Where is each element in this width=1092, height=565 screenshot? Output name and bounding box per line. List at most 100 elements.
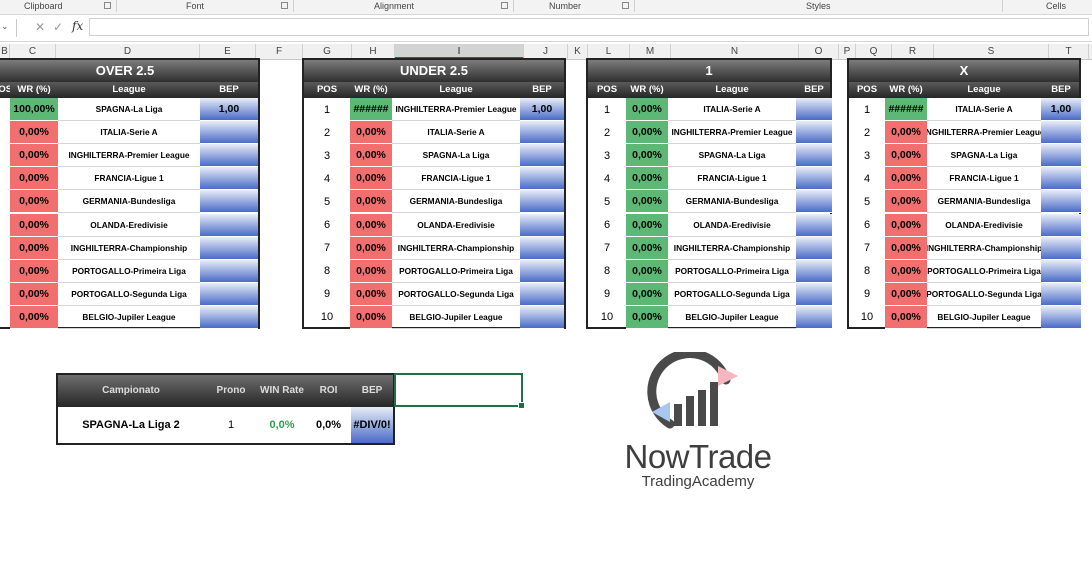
cell-league[interactable]: PORTOGALLO-Segunda Liga bbox=[58, 283, 200, 306]
cell-pos[interactable] bbox=[0, 214, 10, 237]
cell-win-rate[interactable]: 0,00% bbox=[350, 213, 392, 237]
fill-handle[interactable] bbox=[518, 402, 525, 409]
cell-pos[interactable]: 7 bbox=[304, 237, 350, 260]
launcher-icon[interactable] bbox=[622, 2, 629, 9]
formula-input[interactable] bbox=[89, 18, 1089, 36]
cell-league[interactable]: INGHILTERRA-Championship bbox=[668, 237, 796, 260]
enter-icon[interactable]: ✓ bbox=[53, 20, 63, 34]
cell-pos[interactable]: 2 bbox=[849, 121, 885, 144]
cell-bep[interactable] bbox=[200, 305, 258, 329]
cell-bep[interactable] bbox=[1041, 213, 1081, 237]
cell-win-rate[interactable]: 0,00% bbox=[626, 98, 668, 122]
column-header-g[interactable]: G bbox=[303, 44, 352, 59]
cell-league[interactable]: OLANDA-Eredivisie bbox=[392, 214, 520, 237]
cell-bep[interactable] bbox=[796, 98, 832, 122]
summary-value-win-rate[interactable]: 0,0% bbox=[258, 407, 306, 443]
cell-bep[interactable] bbox=[796, 236, 832, 260]
cell-league[interactable]: OLANDA-Eredivisie bbox=[927, 214, 1041, 237]
summary-value-roi[interactable]: 0,0% bbox=[306, 407, 351, 443]
cell-bep[interactable] bbox=[200, 167, 258, 191]
column-header-k[interactable]: K bbox=[568, 44, 588, 59]
cell-pos[interactable]: 4 bbox=[304, 167, 350, 190]
cell-win-rate[interactable]: 0,00% bbox=[350, 305, 392, 329]
cell-bep[interactable] bbox=[520, 282, 564, 306]
column-header-d[interactable]: D bbox=[56, 44, 200, 59]
column-header-e[interactable]: E bbox=[200, 44, 256, 59]
cell-pos[interactable]: 10 bbox=[588, 306, 626, 329]
cancel-icon[interactable]: ✕ bbox=[35, 20, 45, 34]
cell-bep[interactable]: 1,00 bbox=[520, 98, 564, 122]
launcher-icon[interactable] bbox=[104, 2, 111, 9]
cell-league[interactable]: BELGIO-Jupiler League bbox=[668, 306, 796, 329]
column-header-h[interactable]: H bbox=[352, 44, 395, 59]
cell-league[interactable]: INGHILTERRA-Premier League bbox=[392, 98, 520, 122]
cell-bep[interactable] bbox=[1041, 190, 1081, 214]
cell-league[interactable]: GERMANIA-Bundesliga bbox=[668, 190, 796, 214]
cell-pos[interactable] bbox=[0, 121, 10, 144]
cell-pos[interactable] bbox=[0, 144, 10, 167]
launcher-icon[interactable] bbox=[281, 2, 288, 9]
cell-pos[interactable]: 1 bbox=[304, 98, 350, 121]
cell-bep[interactable] bbox=[200, 144, 258, 168]
summary-value-bep[interactable]: #DIV/0! bbox=[351, 407, 393, 443]
cell-win-rate[interactable]: ###### bbox=[885, 98, 927, 122]
cell-pos[interactable]: 1 bbox=[849, 98, 885, 121]
cell-bep[interactable] bbox=[200, 213, 258, 237]
cell-win-rate[interactable]: 0,00% bbox=[885, 259, 927, 283]
cell-win-rate[interactable]: 0,00% bbox=[350, 121, 392, 145]
cell-bep[interactable] bbox=[200, 282, 258, 306]
cell-bep[interactable] bbox=[1041, 236, 1081, 260]
cell-pos[interactable]: 8 bbox=[588, 260, 626, 283]
cell-win-rate[interactable]: 0,00% bbox=[885, 305, 927, 329]
cell-win-rate[interactable]: 0,00% bbox=[350, 236, 392, 260]
cell-league[interactable]: INGHILTERRA-Championship bbox=[58, 237, 200, 260]
cell-pos[interactable]: 2 bbox=[304, 121, 350, 144]
column-header-n[interactable]: N bbox=[671, 44, 799, 59]
cell-win-rate[interactable]: 0,00% bbox=[626, 190, 668, 214]
cell-league[interactable]: PORTOGALLO-Primeira Liga bbox=[668, 260, 796, 283]
summary-value-prono[interactable]: 1 bbox=[204, 407, 258, 443]
cell-league[interactable]: PORTOGALLO-Segunda Liga bbox=[392, 283, 520, 306]
cell-win-rate[interactable]: 0,00% bbox=[626, 259, 668, 283]
cell-league[interactable]: BELGIO-Jupiler League bbox=[927, 306, 1041, 329]
cell-league[interactable]: INGHILTERRA-Championship bbox=[392, 237, 520, 260]
column-header-m[interactable]: M bbox=[630, 44, 671, 59]
cell-pos[interactable] bbox=[0, 237, 10, 260]
summary-value-campionato[interactable]: SPAGNA-La Liga 2 bbox=[58, 407, 204, 443]
cell-bep[interactable] bbox=[796, 282, 832, 306]
cell-win-rate[interactable]: 0,00% bbox=[885, 167, 927, 191]
cell-pos[interactable] bbox=[0, 167, 10, 190]
cell-win-rate[interactable]: 0,00% bbox=[10, 190, 58, 214]
cell-pos[interactable] bbox=[0, 283, 10, 306]
cell-bep[interactable] bbox=[520, 167, 564, 191]
cell-pos[interactable]: 8 bbox=[304, 260, 350, 283]
cell-win-rate[interactable]: 0,00% bbox=[10, 144, 58, 168]
cell-win-rate[interactable]: 0,00% bbox=[10, 213, 58, 237]
cell-league[interactable]: INGHILTERRA-Premier League bbox=[927, 121, 1041, 145]
cell-league[interactable]: BELGIO-Jupiler League bbox=[392, 306, 520, 329]
cell-bep[interactable] bbox=[796, 144, 832, 168]
cell-bep[interactable] bbox=[796, 259, 832, 283]
cell-bep[interactable] bbox=[520, 213, 564, 237]
cell-win-rate[interactable]: 0,00% bbox=[885, 144, 927, 168]
cell-pos[interactable]: 7 bbox=[849, 237, 885, 260]
column-header-l[interactable]: L bbox=[588, 44, 630, 59]
cell-win-rate[interactable]: 0,00% bbox=[626, 167, 668, 191]
cell-bep[interactable] bbox=[520, 190, 564, 214]
cell-pos[interactable]: 3 bbox=[849, 144, 885, 167]
cell-bep[interactable] bbox=[520, 236, 564, 260]
cell-league[interactable]: PORTOGALLO-Segunda Liga bbox=[668, 283, 796, 306]
cell-win-rate[interactable]: 0,00% bbox=[885, 282, 927, 306]
column-header-f[interactable]: F bbox=[256, 44, 303, 59]
cell-win-rate[interactable]: 0,00% bbox=[885, 236, 927, 260]
cell-pos[interactable]: 6 bbox=[304, 214, 350, 237]
cell-win-rate[interactable]: 0,00% bbox=[885, 121, 927, 145]
cell-bep[interactable] bbox=[796, 190, 832, 214]
cell-league[interactable]: PORTOGALLO-Segunda Liga bbox=[927, 283, 1041, 306]
cell-win-rate[interactable]: ###### bbox=[350, 98, 392, 122]
cell-league[interactable]: ITALIA-Serie A bbox=[668, 98, 796, 122]
cell-pos[interactable]: 10 bbox=[849, 306, 885, 329]
column-header-t[interactable]: T bbox=[1049, 44, 1089, 59]
cell-win-rate[interactable]: 0,00% bbox=[10, 236, 58, 260]
column-header-p[interactable]: P bbox=[839, 44, 856, 59]
